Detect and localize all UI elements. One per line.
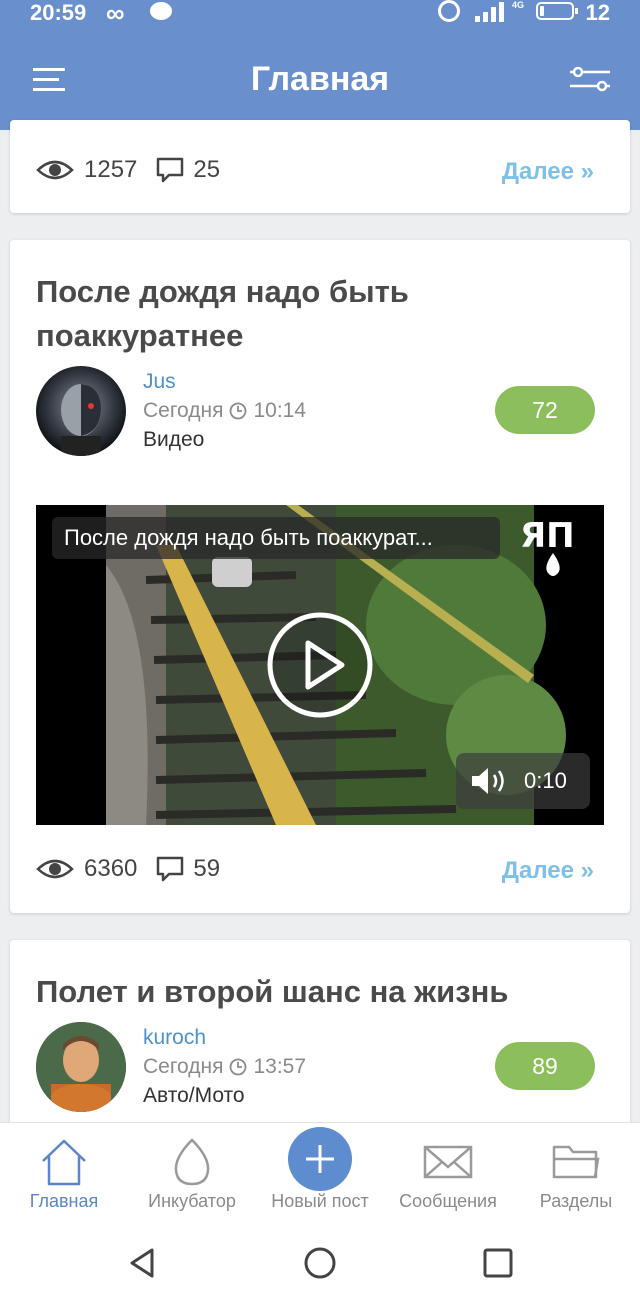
author-name[interactable]: Jus (143, 370, 176, 394)
post-title[interactable]: Полет и второй шанс на жизнь (36, 970, 596, 1014)
clock-icon (230, 1058, 247, 1076)
video-player[interactable]: После дождя надо быть поаккурат... ЯП 0:… (36, 505, 604, 825)
nav-home-label: Главная (29, 1191, 99, 1211)
comments-count: 25 (193, 156, 221, 183)
post-card: Полет и второй шанс на жизнь kuroch Сего… (10, 940, 630, 1140)
post-title[interactable]: После дождя надо быть поаккуратнее (36, 270, 596, 358)
recent-apps-icon[interactable] (481, 1246, 515, 1280)
post-stats: 1257 25 (36, 150, 220, 190)
video-title: После дождя надо быть поаккурат... (52, 517, 500, 559)
rating-badge[interactable]: 89 (495, 1042, 595, 1090)
post-time: Сегодня 10:14 (143, 399, 306, 423)
avatar[interactable] (36, 366, 126, 456)
nav-sections[interactable]: Разделы (512, 1123, 640, 1231)
battery-level: 12 (585, 0, 610, 25)
author-name[interactable]: kuroch (143, 1026, 206, 1050)
envelope-icon (423, 1145, 473, 1179)
views-count: 1257 (84, 156, 138, 183)
nav-new-post-label: Новый пост (271, 1191, 369, 1211)
nav-incubator[interactable]: Инкубатор (128, 1123, 256, 1231)
clock-icon (230, 402, 247, 420)
post-stats: 6360 59 (36, 849, 220, 889)
nav-new-post[interactable]: Новый пост (256, 1123, 384, 1231)
bottom-navigation: Главная Инкубатор Новый пост Сообщения Р… (0, 1122, 640, 1230)
post-card: После дождя надо быть поаккуратнее Jus С… (10, 240, 630, 913)
nav-incubator-label: Инкубатор (148, 1191, 236, 1211)
folder-icon (552, 1145, 600, 1179)
svg-text:ЯП: ЯП (520, 516, 575, 556)
nav-messages-label: Сообщения (399, 1191, 497, 1211)
back-icon[interactable] (126, 1246, 160, 1280)
volume-icon[interactable] (470, 766, 508, 796)
signal-icon (475, 2, 507, 22)
video-duration: 0:10 (524, 768, 567, 793)
post-time-value: 10:14 (253, 399, 307, 422)
nav-sections-label: Разделы (539, 1191, 613, 1211)
add-post-button[interactable] (288, 1127, 352, 1191)
post-category[interactable]: Авто/Мото (143, 1084, 245, 1108)
infinity-icon: ∞ (106, 0, 125, 28)
read-more-link[interactable]: Далее » (502, 857, 594, 885)
comment-icon[interactable] (155, 855, 185, 883)
post-date: Сегодня (143, 1055, 224, 1078)
status-time: 20:59 (30, 0, 87, 25)
yap-logo-icon: ЯП (520, 516, 575, 576)
nav-messages[interactable]: Сообщения (384, 1123, 512, 1231)
post-date: Сегодня (143, 399, 224, 422)
egg-icon (174, 1138, 210, 1186)
post-card-previous: 1257 25 Далее » (10, 120, 630, 213)
post-time: Сегодня 13:57 (143, 1055, 306, 1079)
home-circle-icon[interactable] (303, 1246, 337, 1280)
read-more-link[interactable]: Далее » (502, 158, 594, 186)
video-controls: 0:10 (456, 753, 590, 809)
eye-icon (36, 160, 74, 180)
eye-icon (36, 859, 74, 879)
nav-home[interactable]: Главная (0, 1123, 128, 1231)
views-count: 6360 (84, 855, 138, 882)
app-header: 20:59 ∞ 4G 12 Главная (0, 0, 640, 130)
comments-count: 59 (193, 855, 221, 882)
home-icon (42, 1139, 86, 1186)
system-navigation-bar (0, 1230, 640, 1295)
play-icon[interactable] (266, 611, 374, 719)
avatar[interactable] (36, 1022, 126, 1112)
battery-icon (536, 2, 578, 20)
filter-icon[interactable] (570, 66, 610, 94)
comment-icon (157, 157, 184, 183)
alarm-icon (438, 0, 460, 22)
page-title: Главная (250, 60, 390, 98)
post-category[interactable]: Видео (143, 428, 204, 452)
network-type: 4G (512, 0, 525, 10)
rating-badge[interactable]: 72 (495, 386, 595, 434)
status-bar: 20:59 ∞ 4G 12 (0, 0, 640, 28)
post-time-value: 13:57 (253, 1055, 307, 1078)
plus-icon (306, 1145, 334, 1173)
chat-notification-icon (150, 2, 172, 20)
